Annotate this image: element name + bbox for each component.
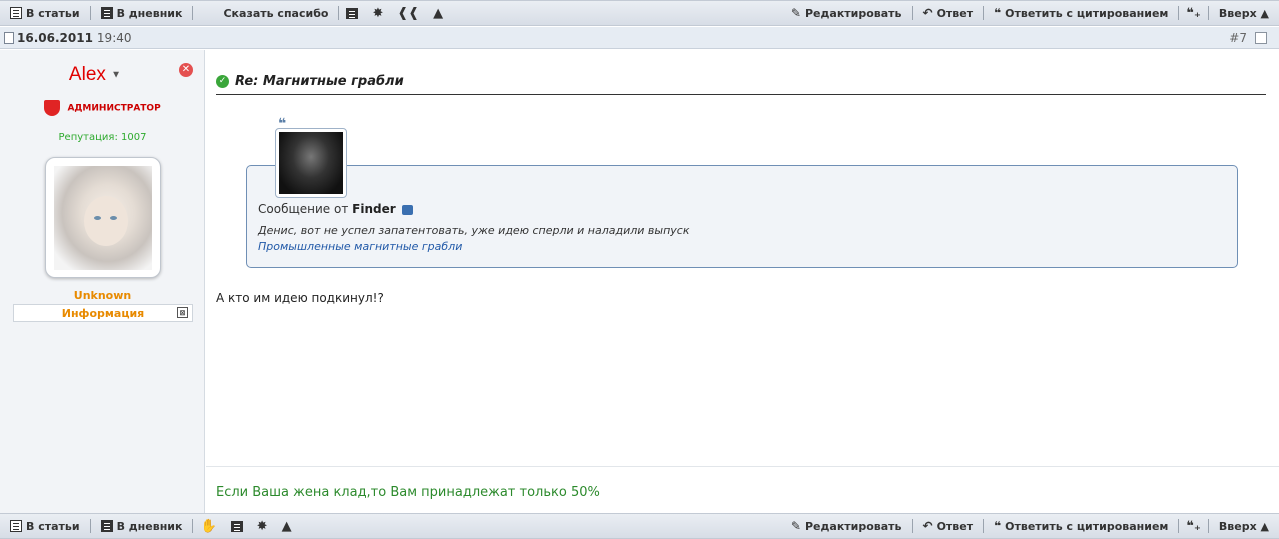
scroll-up-label: Вверх ▲ bbox=[1218, 519, 1269, 533]
username-menu[interactable]: Alex ▼ bbox=[0, 64, 190, 86]
user-info-label: Информация bbox=[61, 306, 145, 320]
reply-quote-button[interactable]: ❝ Ответить с цитированием bbox=[984, 1, 1178, 25]
to-diary-button[interactable]: В дневник bbox=[91, 1, 193, 25]
avatar[interactable] bbox=[45, 157, 161, 278]
toolbar-right-group: ✎ Редактировать ↶ Ответ ❝ Ответить с цит… bbox=[781, 1, 1279, 25]
quoted-author-avatar[interactable] bbox=[275, 128, 347, 198]
user-role-label: АДМИНИСТРАТОР bbox=[67, 103, 161, 114]
post-header-bar: 16.06.2011 19:40 #7 bbox=[0, 27, 1279, 49]
to-articles-button[interactable]: В статьи bbox=[0, 514, 90, 538]
scroll-up-button[interactable]: Вверх ▲ bbox=[1209, 514, 1279, 538]
to-diary-button[interactable]: В дневник bbox=[91, 514, 193, 538]
reputation: Репутация: 1007 bbox=[58, 132, 147, 143]
warning-icon[interactable]: ▲ bbox=[426, 1, 450, 25]
reply-arrow-icon: ↶ bbox=[922, 519, 933, 533]
edit-label: Редактировать bbox=[804, 519, 902, 533]
select-post-checkbox[interactable] bbox=[1255, 31, 1267, 44]
edit-label: Редактировать bbox=[804, 6, 902, 20]
reply-arrow-icon: ↶ bbox=[922, 6, 933, 20]
to-articles-button[interactable]: В статьи bbox=[0, 1, 90, 25]
post-toolbar-top: В статьи В дневник Сказать спасибо ✸ ❰❰ … bbox=[0, 0, 1279, 26]
scroll-up-button[interactable]: Вверх ▲ bbox=[1209, 1, 1279, 25]
quote-bubble-icon: ❝ bbox=[994, 6, 1002, 20]
reply-quote-button[interactable]: ❝ Ответить с цитированием bbox=[984, 514, 1178, 538]
eye-right bbox=[110, 216, 117, 220]
thanks-button[interactable]: Сказать спасибо bbox=[193, 1, 338, 25]
quote-author: Finder bbox=[352, 202, 396, 216]
post-number[interactable]: #7 bbox=[1229, 31, 1247, 45]
document-icon bbox=[4, 31, 14, 44]
handshake-icon[interactable]: ❰❰ bbox=[390, 1, 426, 25]
warning-icon[interactable]: ▲ bbox=[275, 514, 299, 538]
eye-left bbox=[94, 216, 101, 220]
articles-icon bbox=[10, 520, 22, 532]
diary-icon bbox=[100, 520, 113, 532]
to-articles-label: В статьи bbox=[26, 6, 80, 20]
post-time: 19:40 bbox=[96, 30, 132, 45]
multiquote-icon[interactable]: ❝₊ bbox=[1179, 1, 1208, 25]
post-content: ✓ Re: Магнитные грабли ❝ Сообщение от Fi… bbox=[206, 50, 1279, 513]
admin-shield-icon bbox=[44, 100, 61, 116]
post-date: 16.06.2011 bbox=[17, 30, 93, 45]
multiquote-icon[interactable]: ❝₊ bbox=[1179, 514, 1208, 538]
chevron-down-icon: ▼ bbox=[111, 69, 122, 81]
user-info-toggle[interactable]: Информация ⊠ bbox=[13, 304, 193, 322]
username: Alex bbox=[68, 64, 106, 85]
post-title-text: Re: Магнитные грабли bbox=[235, 73, 404, 89]
quote-text: Денис, вот не успел запатентовать, уже и… bbox=[258, 224, 690, 237]
quoted-avatar-image bbox=[279, 132, 343, 194]
reply-button[interactable]: ↶ Ответ bbox=[913, 1, 984, 25]
child-face-illustration bbox=[84, 196, 128, 246]
to-diary-label: В дневник bbox=[116, 6, 183, 20]
toolbar-left-group: В статьи В дневник Сказать спасибо ✸ ❰❰ … bbox=[0, 1, 450, 25]
to-diary-label: В дневник bbox=[116, 519, 183, 533]
reply-quote-label: Ответить с цитированием bbox=[1005, 6, 1169, 20]
user-role: АДМИНИСТРАТОР bbox=[0, 100, 205, 116]
thanks-icon[interactable]: ✋ bbox=[193, 514, 223, 538]
edit-button[interactable]: ✎ Редактировать bbox=[781, 1, 912, 25]
articles-icon bbox=[10, 7, 22, 19]
checkmark-icon: ✓ bbox=[216, 74, 229, 88]
scroll-up-label: Вверх ▲ bbox=[1218, 6, 1269, 20]
edit-button[interactable]: ✎ Редактировать bbox=[781, 514, 912, 538]
reply-quote-label: Ответить с цитированием bbox=[1005, 519, 1169, 533]
pencil-icon: ✎ bbox=[790, 519, 801, 533]
go-to-post-icon[interactable] bbox=[402, 204, 414, 215]
post-title: ✓ Re: Магнитные грабли bbox=[216, 68, 1266, 95]
reply-label: Ответ bbox=[936, 6, 974, 20]
offline-status-icon: ✕ bbox=[179, 63, 193, 77]
quote-bubble-icon: ❝ bbox=[994, 519, 1002, 533]
ip-icon[interactable] bbox=[224, 514, 250, 538]
toolbar-right-group: ✎ Редактировать ↶ Ответ ❝ Ответить с цит… bbox=[781, 514, 1279, 538]
pencil-icon: ✎ bbox=[790, 6, 801, 20]
star-burst-icon[interactable]: ✸ bbox=[250, 514, 275, 538]
to-articles-label: В статьи bbox=[26, 519, 80, 533]
quote-link[interactable]: Промышленные магнитные грабли bbox=[258, 240, 462, 253]
post-body: А кто им идею подкинул!? bbox=[216, 291, 384, 305]
ip-icon[interactable] bbox=[339, 1, 365, 25]
star-burst-icon[interactable]: ✸ bbox=[365, 1, 390, 25]
reply-label: Ответ bbox=[936, 519, 974, 533]
avatar-image bbox=[54, 166, 152, 270]
thanks-label: Сказать спасибо bbox=[223, 6, 329, 20]
diary-icon bbox=[100, 7, 113, 19]
quote-header: Сообщение от Finder bbox=[258, 202, 414, 216]
post-datetime: 16.06.2011 19:40 bbox=[4, 31, 132, 45]
post-toolbar-bottom: В статьи В дневник ✋ ✸ ▲ ✎ Редактировать… bbox=[0, 513, 1279, 539]
user-status: Unknown bbox=[73, 289, 132, 302]
quote-block: Сообщение от Finder Денис, вот не успел … bbox=[246, 165, 1238, 268]
expand-icon: ⊠ bbox=[177, 307, 188, 318]
quote-from-label: Сообщение от bbox=[258, 202, 349, 216]
signature: Если Ваша жена клад,то Вам принадлежат т… bbox=[206, 466, 1279, 513]
reply-button[interactable]: ↶ Ответ bbox=[913, 514, 984, 538]
post-meta-right: #7 bbox=[1229, 31, 1267, 45]
author-sidebar: Alex ▼ ✕ АДМИНИСТРАТОР Репутация: 1007 U… bbox=[0, 50, 205, 513]
toolbar-left-group: В статьи В дневник ✋ ✸ ▲ bbox=[0, 514, 299, 538]
